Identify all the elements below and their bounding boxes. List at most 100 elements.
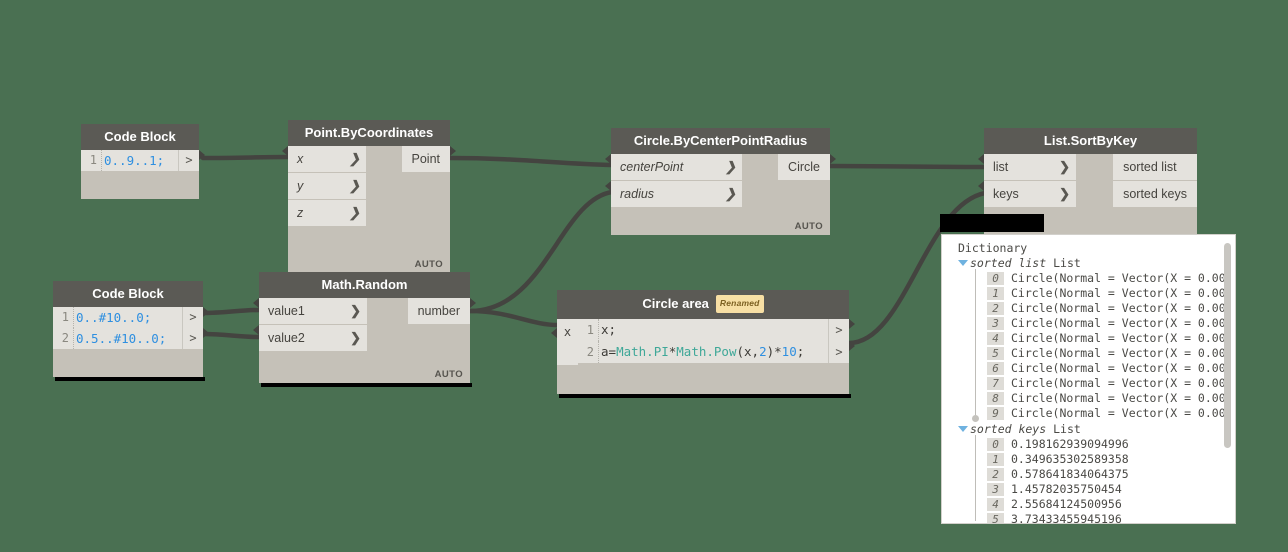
node-title-circle-area: Circle area Renamed bbox=[557, 290, 849, 319]
watch-item-row[interactable]: 3 Circle(Normal = Vector(X = 0.00 bbox=[975, 316, 1235, 331]
code-text[interactable]: 0..#10..0; bbox=[73, 307, 182, 328]
code-text[interactable]: 0.5..#10..0; bbox=[73, 328, 182, 349]
watch-item-row[interactable]: 1 0.349635302589358 bbox=[975, 452, 1235, 467]
input-nub-icon bbox=[282, 146, 288, 156]
node-point-by-coordinates[interactable]: Point.ByCoordinates x ❯ y ❯ z ❯ Point AU… bbox=[282, 120, 456, 273]
caret-down-icon[interactable] bbox=[958, 260, 968, 266]
watch-item-row[interactable]: 4 2.55684124500956 bbox=[975, 497, 1235, 512]
watch-item-row[interactable]: 0 Circle(Normal = Vector(X = 0.00 bbox=[975, 271, 1235, 286]
item-index: 9 bbox=[987, 407, 1004, 420]
line-number: 1 bbox=[578, 319, 598, 341]
code-text[interactable]: x; bbox=[598, 319, 828, 341]
input-nub-icon bbox=[551, 328, 557, 338]
caret-down-icon[interactable] bbox=[958, 426, 968, 432]
input-ports-circle: centerPoint ❯ radius ❯ bbox=[605, 154, 742, 208]
output-port-chevron[interactable]: > bbox=[182, 307, 209, 328]
input-port-value2[interactable]: value2 ❯ bbox=[253, 325, 367, 351]
line-number: 2 bbox=[53, 328, 73, 349]
line-number: 1 bbox=[81, 150, 101, 171]
circle-area-editor[interactable]: x 1 x; > 2 a=Math.PI*Math.Pow(x,2)*10; > bbox=[551, 319, 855, 394]
watch-item-row[interactable]: 7 Circle(Normal = Vector(X = 0.00 bbox=[975, 376, 1235, 391]
output-port-point[interactable]: Point bbox=[401, 146, 456, 172]
chevron-right-icon[interactable]: ❯ bbox=[350, 298, 361, 324]
watch-item-row[interactable]: 8 Circle(Normal = Vector(X = 0.00 bbox=[975, 391, 1235, 406]
node-body-circle: centerPoint ❯ radius ❯ Circle AUTO bbox=[605, 154, 836, 235]
code-line-row[interactable]: 2 0.5..#10..0; > bbox=[53, 328, 209, 349]
chevron-right-icon[interactable]: ❯ bbox=[1059, 154, 1070, 180]
chevron-right-icon[interactable]: ❯ bbox=[349, 200, 360, 226]
output-port-chevron[interactable]: > bbox=[182, 328, 209, 349]
input-port-list[interactable]: list ❯ bbox=[978, 154, 1076, 180]
watch-item-row[interactable]: 2 Circle(Normal = Vector(X = 0.00 bbox=[975, 301, 1235, 316]
watch-group-header: sorted keys List bbox=[942, 422, 1235, 437]
watch-item-row[interactable]: 4 Circle(Normal = Vector(X = 0.00 bbox=[975, 331, 1235, 346]
chevron-right-icon[interactable]: ❯ bbox=[349, 173, 360, 199]
chevron-right-icon[interactable]: ❯ bbox=[1059, 181, 1070, 207]
dynamo-canvas[interactable]: Code Block 1 0..9..1; > Point.ByCoordina… bbox=[0, 0, 1288, 552]
watch-item-row[interactable]: 9 Circle(Normal = Vector(X = 0.00 bbox=[975, 406, 1235, 421]
output-ports-circle: Circle bbox=[778, 154, 836, 181]
node-math-random[interactable]: Math.Random value1 ❯ value2 ❯ number AUT… bbox=[253, 272, 476, 387]
output-nub-icon bbox=[849, 341, 855, 351]
output-port-sorted-keys[interactable]: sorted keys bbox=[1113, 181, 1197, 207]
list-end-dot-icon bbox=[972, 415, 979, 422]
node-circle-by-center-point-radius[interactable]: Circle.ByCenterPointRadius centerPoint ❯… bbox=[605, 128, 836, 235]
code-line-row[interactable]: 2 a=Math.PI*Math.Pow(x,2)*10; > bbox=[578, 341, 855, 363]
input-port-radius[interactable]: radius ❯ bbox=[605, 181, 742, 207]
input-port-z[interactable]: z ❯ bbox=[288, 200, 366, 226]
chevron-right-icon[interactable]: ❯ bbox=[725, 181, 736, 207]
item-index: 7 bbox=[987, 377, 1004, 390]
watch-item-row[interactable]: 5 Circle(Normal = Vector(X = 0.00 bbox=[975, 346, 1235, 361]
node-code-block-1[interactable]: Code Block 1 0..9..1; > bbox=[81, 124, 205, 199]
watch-group-sorted-list[interactable]: sorted list List 0 Circle(Normal = Vector… bbox=[942, 256, 1235, 422]
code-text[interactable]: 0..9..1; bbox=[101, 150, 178, 171]
code-block-filler bbox=[578, 363, 849, 394]
input-port-keys[interactable]: keys ❯ bbox=[978, 181, 1076, 207]
port-label: value2 bbox=[268, 331, 305, 345]
watch-item-row[interactable]: 1 Circle(Normal = Vector(X = 0.00 bbox=[975, 286, 1235, 301]
port-label: Point bbox=[411, 152, 441, 166]
output-port-chevron-2[interactable]: > bbox=[828, 341, 855, 363]
output-port-number[interactable]: number bbox=[407, 298, 476, 324]
input-ports-list: list ❯ keys ❯ bbox=[978, 154, 1076, 208]
chevron-right-icon[interactable]: ❯ bbox=[350, 325, 361, 351]
wire-codeblock2-l1-to-value1 bbox=[200, 307, 262, 316]
code-line-row[interactable]: 1 0..9..1; > bbox=[81, 150, 205, 171]
output-nub-icon bbox=[450, 146, 456, 156]
output-port-chevron-1[interactable]: > bbox=[828, 319, 855, 341]
watch-group-sorted-keys[interactable]: sorted keys List 0 0.198162939094996 1 0.3… bbox=[942, 422, 1235, 523]
output-port-circle[interactable]: Circle bbox=[778, 154, 836, 180]
code-block-1-editor[interactable]: 1 0..9..1; > bbox=[81, 150, 205, 199]
item-value: Circle(Normal = Vector(X = 0.00 bbox=[1011, 361, 1226, 375]
code-block-filler bbox=[81, 171, 199, 199]
code-block-2-editor[interactable]: 1 0..#10..0; > 2 0.5..#10..0; > bbox=[53, 307, 209, 377]
preview-shadow-bar bbox=[940, 214, 1044, 232]
input-port-centerpoint[interactable]: centerPoint ❯ bbox=[605, 154, 742, 180]
watch-item-row[interactable]: 0 0.198162939094996 bbox=[975, 437, 1235, 452]
item-index: 0 bbox=[987, 438, 1004, 451]
node-code-block-2[interactable]: Code Block 1 0..#10..0; > 2 0.5..#10..0;… bbox=[53, 281, 209, 381]
output-port-chevron[interactable]: > bbox=[178, 150, 205, 171]
watch-scrollbar[interactable] bbox=[1224, 243, 1231, 448]
input-port-x[interactable]: x bbox=[551, 319, 578, 365]
watch-item-row[interactable]: 5 3.73433455945196 bbox=[975, 512, 1235, 523]
chevron-right-icon[interactable]: ❯ bbox=[349, 146, 360, 172]
chevron-right-icon[interactable]: ❯ bbox=[725, 154, 736, 180]
code-text[interactable]: a=Math.PI*Math.Pow(x,2)*10; bbox=[598, 341, 828, 363]
input-port-y[interactable]: y ❯ bbox=[288, 173, 366, 199]
input-port-x[interactable]: x ❯ bbox=[282, 146, 366, 172]
watch-item-row[interactable]: 2 0.578641834064375 bbox=[975, 467, 1235, 482]
watch-item-row[interactable]: 3 1.45782035750454 bbox=[975, 482, 1235, 497]
watch-dictionary-panel[interactable]: Dictionary sorted list List 0 Circle(Norm… bbox=[941, 234, 1236, 524]
item-index: 5 bbox=[987, 347, 1004, 360]
input-port-value1[interactable]: value1 ❯ bbox=[253, 298, 367, 324]
node-circle-area[interactable]: Circle area Renamed x 1 x; > 2 a=Math.PI*… bbox=[551, 290, 855, 398]
port-label: keys bbox=[993, 187, 1019, 201]
watch-root-label: Dictionary bbox=[958, 241, 1028, 255]
output-port-sorted-list[interactable]: sorted list bbox=[1113, 154, 1197, 180]
watch-item-row[interactable]: 6 Circle(Normal = Vector(X = 0.00 bbox=[975, 361, 1235, 376]
code-line-row[interactable]: 1 0..#10..0; > bbox=[53, 307, 209, 328]
wire-circle-to-list bbox=[827, 163, 988, 170]
output-ports-list: sorted list sorted keys bbox=[1113, 154, 1197, 208]
code-line-row[interactable]: 1 x; > bbox=[578, 319, 855, 341]
